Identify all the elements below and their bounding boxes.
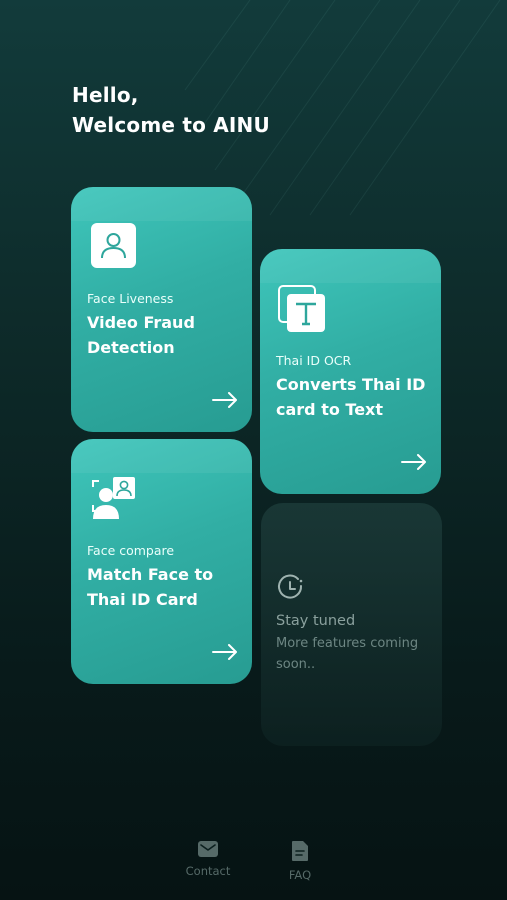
face-compare-card[interactable]: Face compare Match Face to Thai ID Card [71,439,252,684]
greeting-line-2: Welcome to AINU [72,113,270,137]
face-liveness-card[interactable]: Face Liveness Video Fraud Detection [71,187,252,432]
person-icon [91,223,136,272]
card-kicker: Face compare [87,543,175,558]
thai-id-ocr-card[interactable]: Thai ID OCR Converts Thai ID card to Tex… [260,249,441,494]
coming-soon-subtitle: More features coming soon.. [276,636,419,672]
welcome-heading: Hello, Welcome to AINU [72,80,270,140]
arrow-right-icon [212,644,237,660]
card-kicker: Thai ID OCR [276,353,352,368]
mail-icon [198,841,218,857]
coming-soon-title: Stay tuned [276,613,356,629]
clock-icon [278,574,303,599]
card-title: Converts Thai ID card to Text [276,375,426,419]
greeting-line-1: Hello, [72,83,139,107]
arrow-right-icon [212,392,237,408]
document-icon [292,841,308,861]
card-title: Match Face to Thai ID Card [87,565,214,609]
card-title: Video Fraud Detection [87,313,195,357]
nav-contact[interactable]: Contact [168,840,248,878]
arrow-right-icon [401,454,426,470]
nav-faq-label: FAQ [288,868,312,882]
coming-soon-card: Stay tuned More features coming soon.. [261,503,442,746]
card-kicker: Face Liveness [87,291,174,306]
face-scan-icon [91,475,139,525]
text-document-icon [278,285,326,337]
nav-faq[interactable]: FAQ [260,840,340,882]
nav-contact-label: Contact [185,864,231,878]
